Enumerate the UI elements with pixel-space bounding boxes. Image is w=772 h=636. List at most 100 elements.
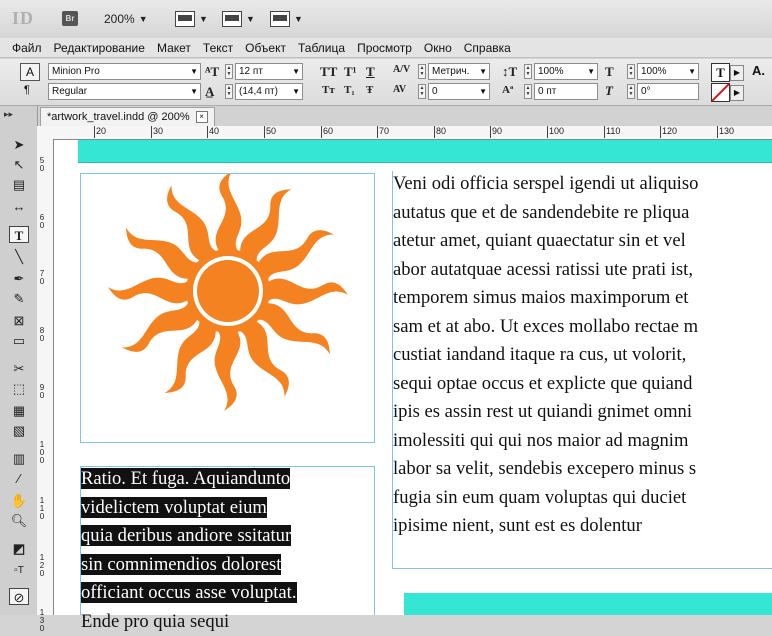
close-icon[interactable]: ×	[195, 111, 208, 123]
ruler-tick-label: 0	[39, 391, 45, 400]
view-options-button[interactable]: ▼	[175, 9, 208, 29]
chevron-down-icon: ▼	[292, 87, 300, 96]
skew-stepper[interactable]: ▲ ▼	[627, 84, 635, 99]
vertical-scale-select[interactable]: 100% ▼	[534, 63, 598, 80]
document-tab[interactable]: *artwork_travel.indd @ 200% ×	[40, 107, 215, 126]
gradient-swatch-tool-icon[interactable]: ▦	[9, 402, 29, 419]
sun-core	[197, 260, 259, 322]
zoom-tool-icon[interactable]: 🔍︎	[9, 512, 29, 529]
note-tool-icon[interactable]: ▥	[9, 450, 29, 467]
kerning-icon: A/V	[393, 64, 411, 75]
type-tool-icon[interactable]: T	[9, 226, 29, 243]
direct-selection-tool-icon[interactable]: ↖	[9, 156, 29, 173]
font-size-input[interactable]: 12 пт ▼	[235, 63, 303, 80]
menu-type[interactable]: Текст	[197, 41, 239, 55]
fill-stroke-icon[interactable]: ◩	[9, 540, 29, 557]
text-fill-swatch[interactable]: T	[711, 63, 730, 82]
chevron-right-icon[interactable]: ▶	[730, 85, 744, 101]
baseline-shift-stepper[interactable]: ▲ ▼	[524, 84, 532, 99]
menu-edit[interactable]: Редактирование	[48, 41, 151, 55]
menu-table[interactable]: Таблица	[292, 41, 351, 55]
menu-window[interactable]: Окно	[418, 41, 458, 55]
character-mode-icon[interactable]: A	[20, 63, 40, 81]
rectangle-tool-icon[interactable]: ▭	[9, 332, 29, 349]
horizontal-scale-select[interactable]: 100% ▼	[637, 63, 699, 80]
screen-mode-button[interactable]: ▼	[222, 9, 255, 29]
pen-tool-icon[interactable]: ✒	[9, 270, 29, 287]
menu-object[interactable]: Объект	[239, 41, 292, 55]
page-tool-icon[interactable]: ▤	[9, 176, 29, 193]
ruler-tick-label: 3	[39, 616, 45, 625]
teal-banner-top[interactable]	[78, 140, 772, 163]
chevron-down-icon: ▼	[246, 14, 255, 24]
selection-tool-icon[interactable]: ➤	[9, 136, 29, 153]
underline-button[interactable]: T	[366, 64, 375, 80]
tracking-stepper[interactable]: ▲ ▼	[418, 84, 426, 99]
ruler-tick-label: 130	[717, 126, 735, 138]
view-options-icon	[175, 11, 195, 27]
character-style-icon[interactable]: A.	[752, 63, 765, 78]
selected-text-line: videlictem voluptat eium	[81, 496, 267, 518]
text-line: Veni odi officia serspel igendi ut aliqu…	[393, 173, 699, 194]
subscript-button[interactable]: T₁	[344, 84, 355, 96]
formatting-affects-icon[interactable]: ▫T	[9, 562, 29, 579]
menu-view[interactable]: Просмотр	[351, 41, 418, 55]
scissors-tool-icon[interactable]: ✂	[9, 360, 29, 377]
ruler-tick-label: 100	[547, 126, 565, 138]
gradient-feather-tool-icon[interactable]: ▧	[9, 422, 29, 439]
ruler-tick-label: 70	[377, 126, 390, 138]
chevron-right-icon[interactable]: ▶	[730, 65, 744, 81]
leading-input[interactable]: (14,4 пт) ▼	[235, 83, 303, 100]
line-tool-icon[interactable]: ╲	[9, 248, 29, 265]
all-caps-button[interactable]: TT	[320, 64, 337, 80]
left-text-frame[interactable]: Ratio. Et fuga. Aquiandunto videlictem v…	[80, 466, 375, 632]
ruler-tick-label: 0	[39, 221, 45, 230]
right-text-frame[interactable]: Veni odi officia serspel igendi ut aliqu…	[392, 171, 772, 569]
menu-bar: Файл Редактирование Макет Текст Объект Т…	[0, 38, 772, 58]
view-mode-icon[interactable]: ⊘	[9, 588, 29, 605]
gap-tool-icon[interactable]: ↔	[9, 198, 29, 215]
kerning-select[interactable]: Метрич. ▼	[428, 63, 490, 80]
selected-text-line: sin comnimendios dolorest	[81, 553, 282, 575]
application-bar: ID Br 200% ▼ ▼ ▼ ▼	[0, 0, 772, 39]
tracking-select[interactable]: 0 ▼	[428, 83, 490, 100]
leading-stepper[interactable]: ▲ ▼	[225, 84, 233, 99]
ruler-tick-label: 80	[434, 126, 447, 138]
menu-help[interactable]: Справка	[458, 41, 517, 55]
baseline-shift-input[interactable]: 0 пт	[534, 83, 598, 100]
stroke-none-swatch[interactable]	[711, 83, 730, 102]
font-style-select[interactable]: Regular ▼	[48, 83, 201, 100]
rectangle-frame-tool-icon[interactable]: ⊠	[9, 312, 29, 329]
eyedropper-tool-icon[interactable]: ⁄	[9, 470, 29, 487]
small-caps-button[interactable]: Tт	[322, 84, 335, 96]
paragraph-mode-icon[interactable]: ¶	[24, 84, 30, 96]
zoom-dropdown[interactable]: 200% ▼	[104, 9, 148, 29]
menu-layout[interactable]: Макет	[151, 41, 197, 55]
font-family-select[interactable]: Minion Pro ▼	[48, 63, 201, 80]
teal-banner-bottom[interactable]	[404, 593, 772, 615]
skew-input[interactable]: 0°	[637, 83, 699, 100]
sun-ray	[268, 278, 348, 305]
selected-text-line: Ratio. Et fuga. Aquiandunto	[81, 468, 291, 489]
bridge-button[interactable]: Br	[62, 11, 78, 26]
sun-graphic-frame[interactable]	[80, 171, 375, 443]
kerning-stepper[interactable]: ▲ ▼	[418, 64, 426, 79]
ruler-tick-label: 90	[490, 126, 503, 138]
vertical-scale-stepper[interactable]: ▲ ▼	[524, 64, 532, 79]
superscript-button[interactable]: T¹	[344, 64, 357, 80]
hand-tool-icon[interactable]: ✋	[9, 492, 29, 509]
free-transform-tool-icon[interactable]: ⬚	[9, 380, 29, 397]
strikethrough-button[interactable]: Ŧ	[366, 84, 373, 96]
menu-file[interactable]: Файл	[6, 41, 48, 55]
ruler-tick-label: 0	[39, 334, 45, 343]
collapse-panel-icon[interactable]: ▸▸	[4, 109, 13, 120]
ruler-tick-label: 1	[39, 608, 45, 617]
ruler-tick-label: 20	[94, 126, 107, 138]
pencil-tool-icon[interactable]: ✎	[9, 290, 29, 307]
text-line: atetur amet, quiant quaectatur sin et ve…	[393, 230, 686, 251]
arrange-documents-icon	[270, 11, 290, 27]
font-size-stepper[interactable]: ▲ ▼	[225, 64, 233, 79]
arrange-documents-button[interactable]: ▼	[270, 9, 303, 29]
horizontal-scale-stepper[interactable]: ▲ ▼	[627, 64, 635, 79]
font-size-icon: ᴬT	[205, 64, 220, 79]
